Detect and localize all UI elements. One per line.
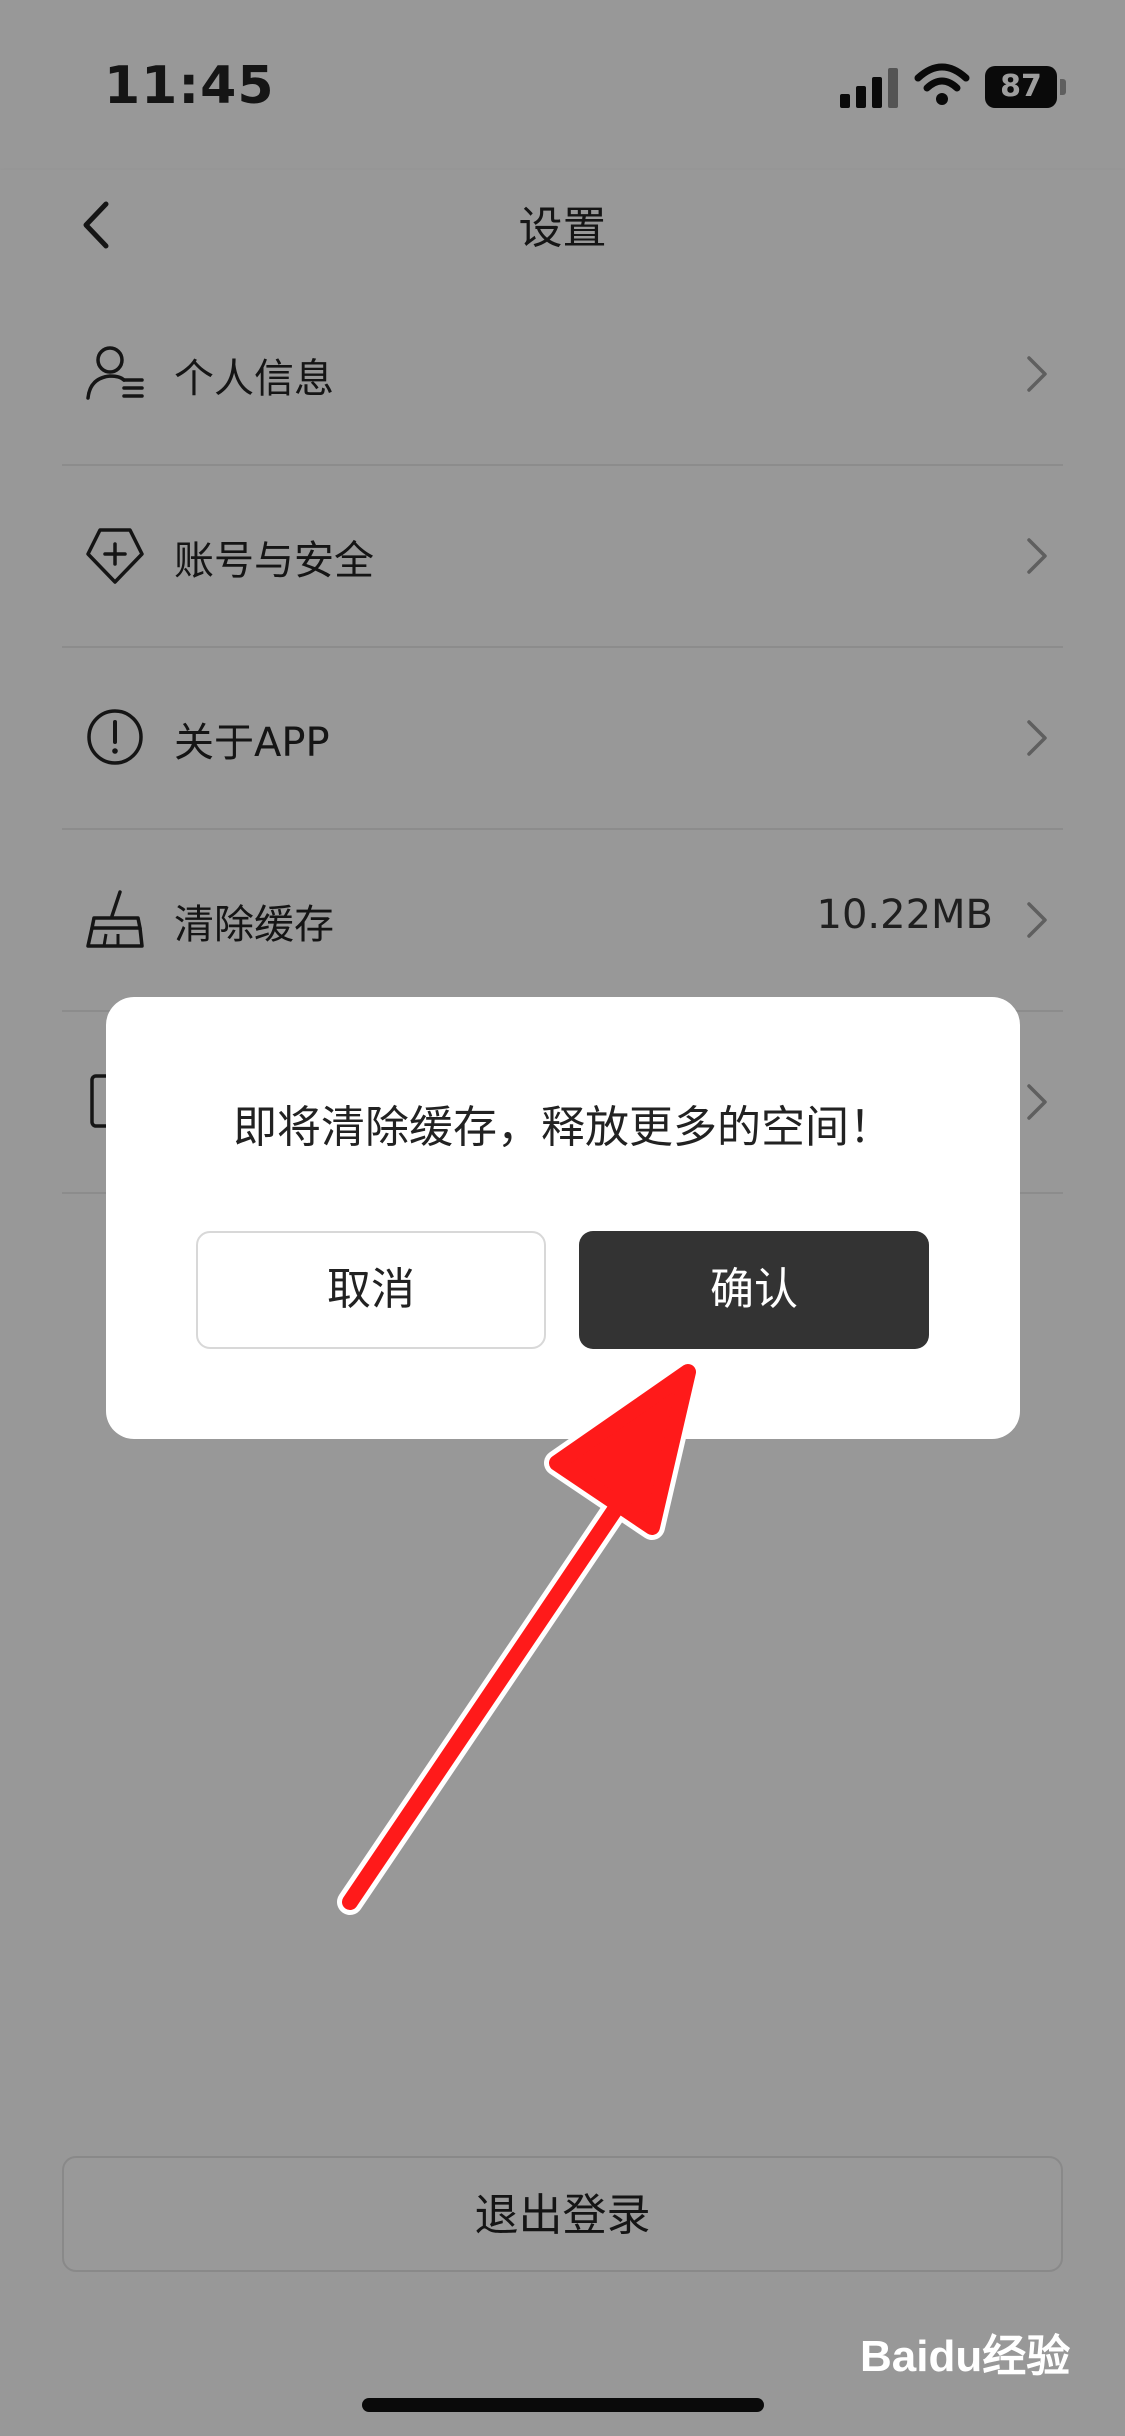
clear-cache-dialog: 即将清除缓存，释放更多的空间！ 取消 确认 [106, 997, 1020, 1439]
baidu-watermark: Baidu经验 [860, 2332, 1071, 2381]
dialog-message: 即将清除缓存，释放更多的空间！ [233, 1102, 893, 1153]
confirm-button[interactable]: 确认 [579, 1231, 929, 1349]
cancel-button[interactable]: 取消 [196, 1231, 546, 1349]
